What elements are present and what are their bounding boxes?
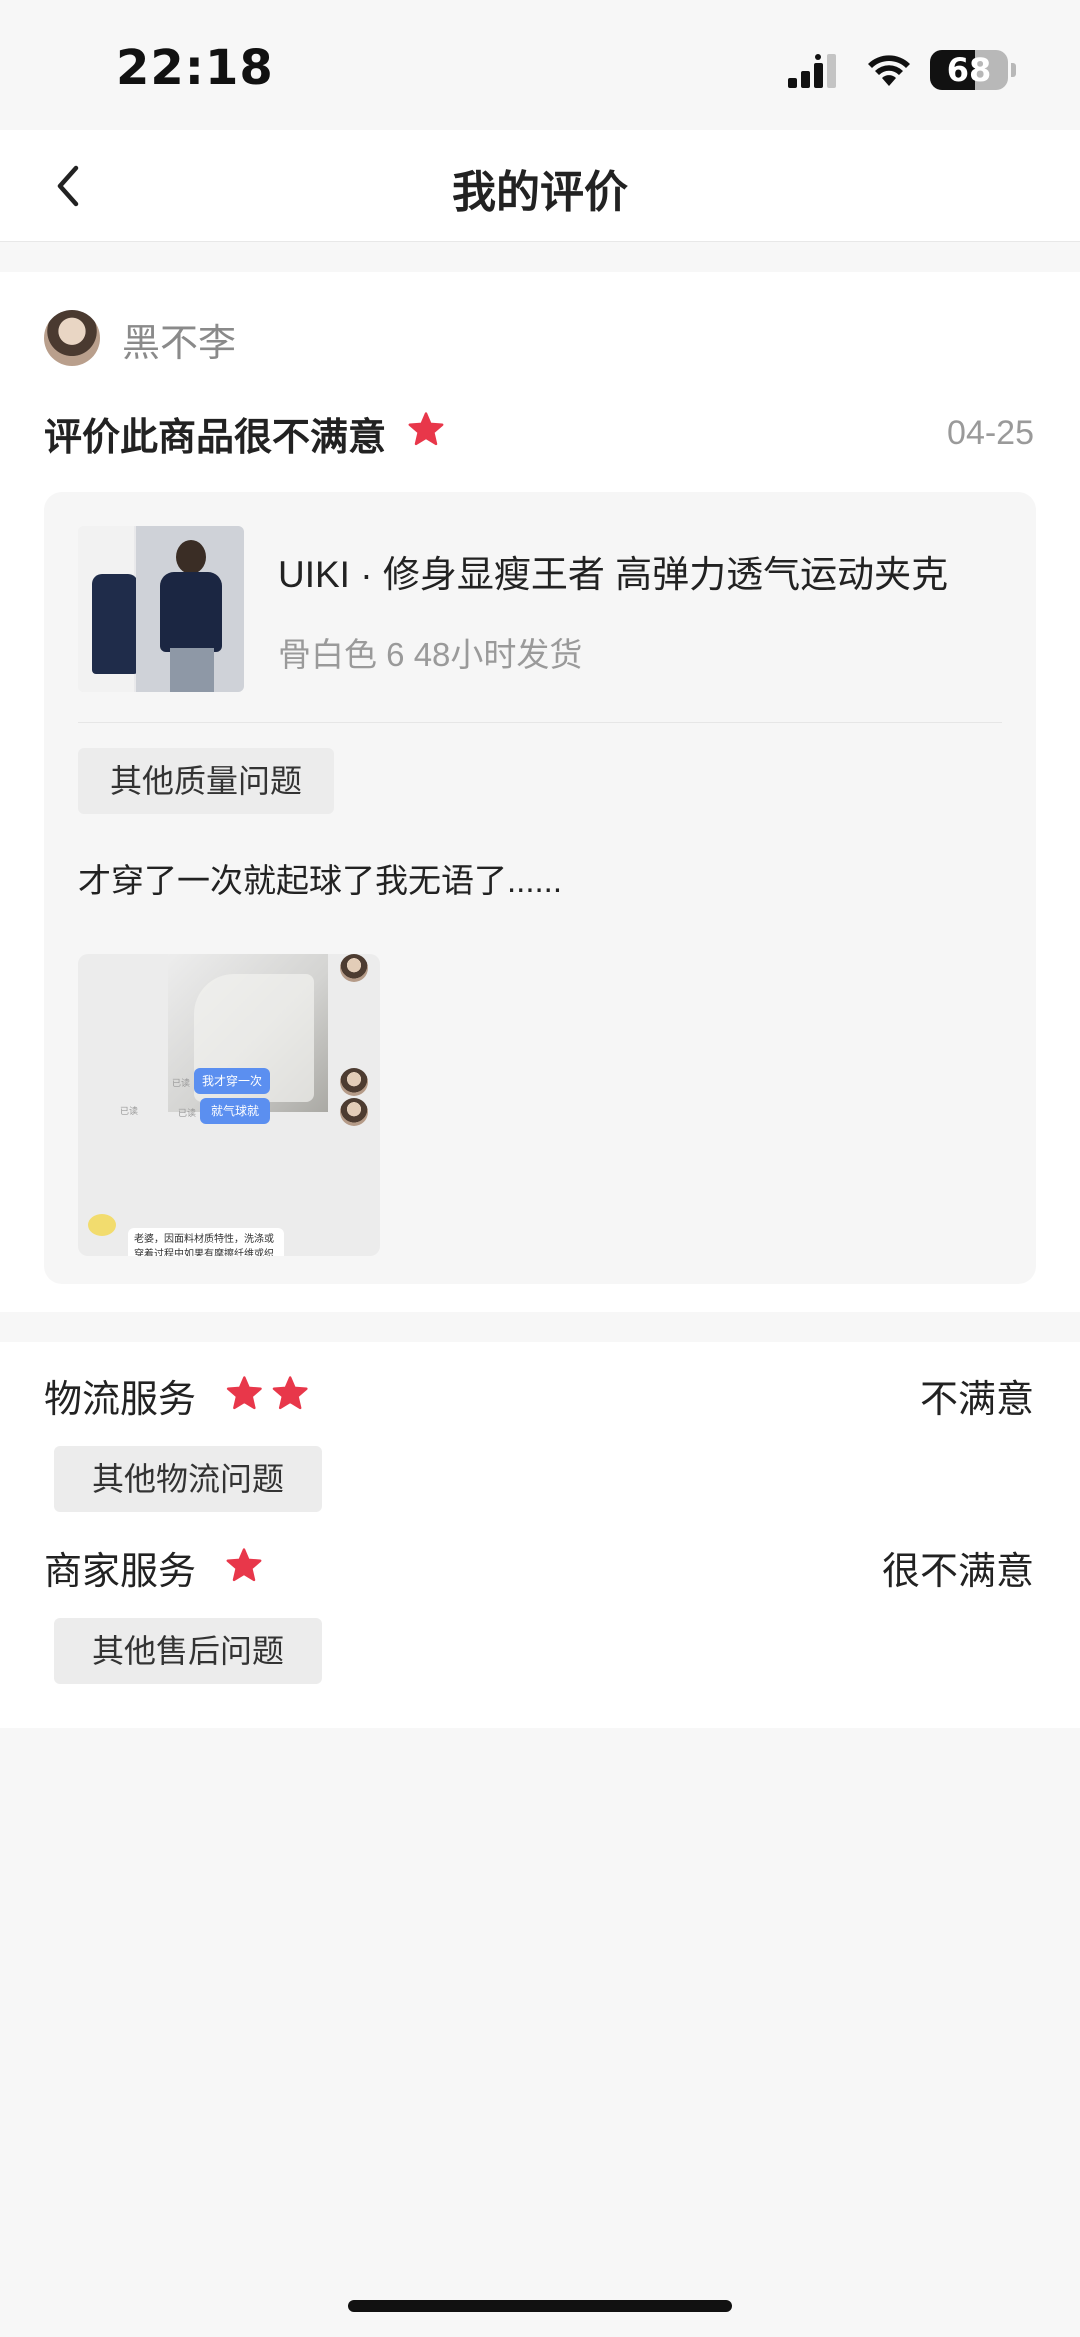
review-text: 才穿了一次就起球了我无语了...... (78, 862, 563, 899)
page-title: 我的评价 (452, 168, 628, 217)
chat-avatar (340, 1098, 368, 1126)
chat-bubble-1: 我才穿一次 (194, 1068, 270, 1094)
merchant-avatar (88, 1214, 116, 1236)
chat-bubble-2: 就气球就 (200, 1098, 270, 1124)
review-image[interactable]: 已读 我才穿一次 已读 就气球就 已读 老婆，因面料材质特性，洗涤或穿着过程中如… (78, 954, 380, 1256)
logistics-service-result: 不满意 (919, 1379, 1034, 1421)
review-card: 黑不李 评价此商品很不满意 04-25 UIKI · 修身显瘦王者 高弹力透气运… (0, 272, 1080, 1312)
username: 黑不李 (122, 323, 237, 365)
star-icon (408, 412, 444, 446)
nav-bar: 我的评价 (0, 130, 1080, 242)
battery-icon: 68 (930, 50, 1008, 90)
rating-title: 评价此商品很不满意 (44, 417, 387, 459)
review-date: 04-25 (947, 414, 1034, 452)
status-bar: 22:18 68 (0, 0, 1080, 130)
logistics-service-label: 物流服务 (44, 1379, 197, 1421)
service-card: 物流服务 不满意 其他物流问题 商家服务 很不满意 其他售后问题 (0, 1342, 1080, 1728)
product-box: UIKI · 修身显瘦王者 高弹力透气运动夹克 骨白色 6 48小时发货 其他质… (44, 492, 1036, 1284)
merchant-service-result: 很不满意 (881, 1551, 1034, 1593)
wifi-icon (868, 55, 910, 86)
chat-avatar (340, 1068, 368, 1096)
status-time: 22:18 (116, 40, 274, 96)
after-sales-tag: 其他售后问题 (54, 1618, 322, 1684)
chat-reply: 老婆，因面料材质特性，洗涤或穿着过程中如果有摩擦纤维或织 (128, 1228, 284, 1256)
chat-avatar (340, 954, 368, 982)
logistics-tag: 其他物流问题 (54, 1446, 322, 1512)
star-icon (226, 1548, 262, 1582)
divider (78, 722, 1002, 723)
signal-icon (788, 54, 836, 88)
quality-tag: 其他质量问题 (78, 748, 334, 814)
avatar (44, 310, 100, 366)
merchant-service-label: 商家服务 (44, 1551, 197, 1593)
product-title[interactable]: UIKI · 修身显瘦王者 高弹力透气运动夹克 (278, 544, 1008, 598)
battery-level: 68 (946, 51, 992, 89)
product-spec: 骨白色 6 48小时发货 (278, 636, 583, 673)
home-indicator[interactable] (348, 2300, 732, 2312)
product-thumbnail[interactable] (78, 526, 244, 692)
star-icon (226, 1376, 308, 1410)
